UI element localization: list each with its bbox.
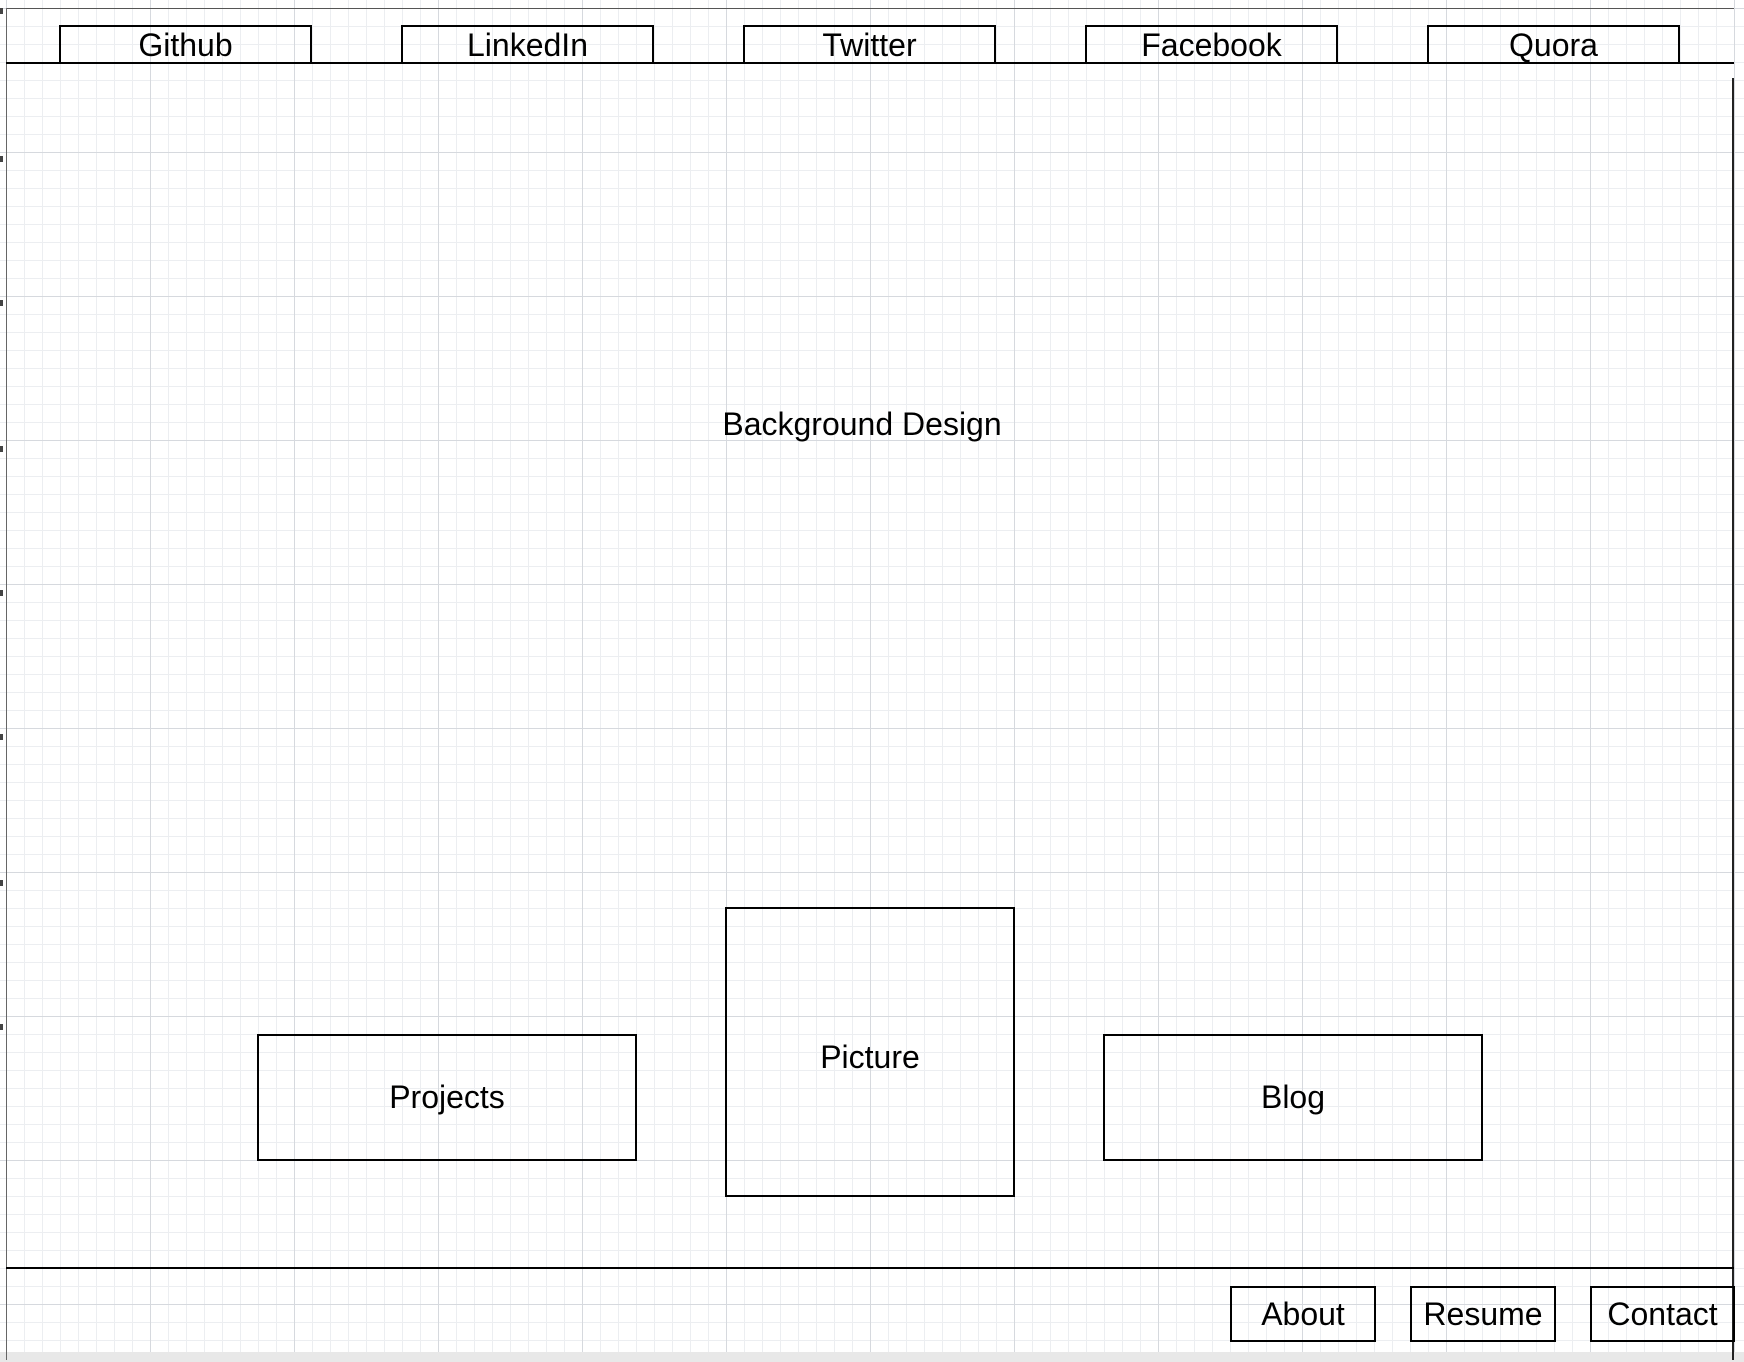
linkedin-link-label: LinkedIn — [467, 27, 588, 63]
resume-link[interactable]: Resume — [1410, 1286, 1556, 1342]
ruler-tick — [0, 880, 3, 886]
github-link[interactable]: Github — [59, 25, 312, 63]
ruler-tick — [0, 590, 3, 596]
contact-link[interactable]: Contact — [1590, 1286, 1735, 1342]
profile-picture-placeholder: Picture — [725, 907, 1015, 1197]
ruler-tick — [0, 446, 3, 452]
ruler-tick — [0, 156, 3, 162]
quora-link[interactable]: Quora — [1427, 25, 1680, 63]
blog-button[interactable]: Blog — [1103, 1034, 1483, 1161]
twitter-link-label: Twitter — [822, 27, 917, 63]
frame-top-border — [6, 8, 1734, 9]
blog-label: Blog — [1260, 1079, 1326, 1115]
ruler-tick — [0, 1024, 3, 1030]
quora-link-label: Quora — [1509, 27, 1598, 63]
github-link-label: Github — [138, 27, 233, 63]
frame-left-border — [6, 8, 7, 1360]
footer-divider — [6, 1267, 1734, 1269]
bottom-scroll-area — [0, 1352, 1744, 1362]
resume-link-label: Resume — [1423, 1295, 1543, 1332]
frame-right-border — [1732, 78, 1734, 1360]
facebook-link-label: Facebook — [1141, 27, 1282, 63]
contact-link-label: Contact — [1607, 1295, 1718, 1332]
ruler-tick — [0, 8, 3, 14]
projects-button[interactable]: Projects — [257, 1034, 637, 1161]
linkedin-link[interactable]: LinkedIn — [401, 25, 654, 63]
projects-label: Projects — [389, 1079, 505, 1115]
twitter-link[interactable]: Twitter — [743, 25, 996, 63]
picture-label: Picture — [820, 1039, 920, 1075]
ruler-tick — [0, 300, 3, 306]
about-link-label: About — [1261, 1295, 1345, 1332]
ruler-tick — [0, 734, 3, 740]
about-link[interactable]: About — [1230, 1286, 1376, 1342]
background-design-label: Background Design — [722, 406, 1002, 442]
facebook-link[interactable]: Facebook — [1085, 25, 1338, 63]
